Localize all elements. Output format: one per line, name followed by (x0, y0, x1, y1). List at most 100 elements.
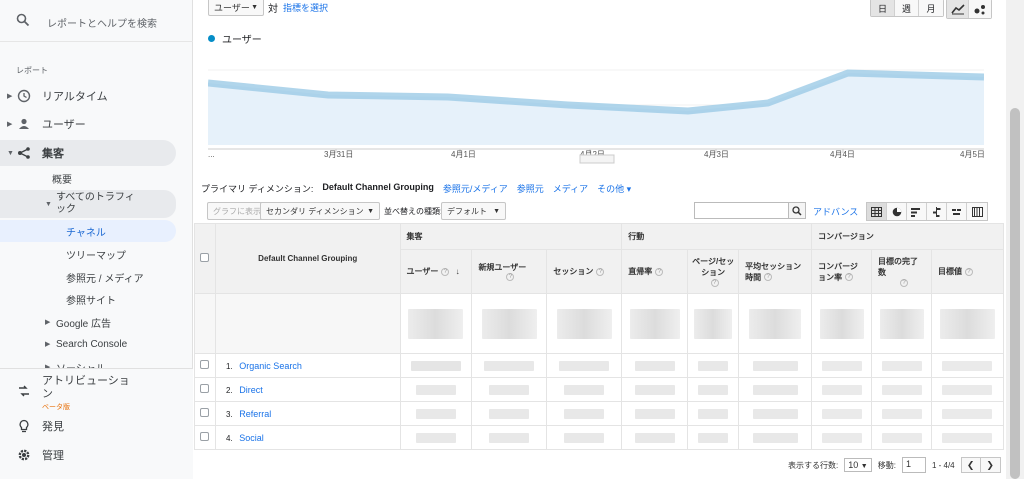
row-checkbox[interactable] (200, 408, 210, 417)
sidebar-item-overview[interactable]: 概要 (0, 167, 176, 189)
col-header-goal-value[interactable]: 目標値? (930, 249, 1005, 294)
redacted-cell (811, 401, 873, 426)
metric-select[interactable]: ユーザー ▼ (208, 0, 264, 16)
redacted-cell (811, 353, 873, 378)
redacted-cell (546, 353, 623, 378)
help-icon[interactable]: ? (506, 273, 515, 282)
sidebar-item-discover[interactable]: 発見 (0, 413, 176, 439)
sidebar-item-users[interactable]: ▶ ユーザー (0, 111, 176, 137)
help-icon[interactable]: ? (655, 267, 664, 276)
col-header-label: 平均セッション時間 (745, 261, 802, 282)
col-header-pages-per-session[interactable]: ページ/セッション? (687, 249, 740, 294)
sidebar-item-label: すべてのトラフィック (56, 192, 135, 215)
period-day-button[interactable]: 日 (871, 0, 895, 16)
comparison-view-icon[interactable] (927, 203, 947, 220)
table-view-icon[interactable] (867, 203, 887, 220)
row-link[interactable]: Social (239, 433, 264, 443)
dimension-link-medium[interactable]: メディア (553, 182, 588, 195)
sidebar-item-label: 発見 (42, 421, 64, 433)
sidebar-item-search-console[interactable]: ▶ Search Console (0, 333, 176, 355)
plot-rows-button[interactable]: グラフに表示 (207, 202, 267, 220)
sidebar-item-channels[interactable]: チャネル (0, 220, 176, 242)
chart-resize-handle[interactable] (579, 154, 615, 164)
sidebar-item-admin[interactable]: 管理 (0, 442, 176, 468)
current-dimension: Default Channel Grouping (322, 182, 434, 192)
sidebar-item-source-medium[interactable]: 参照元 / メディア (0, 266, 176, 288)
dimension-link-source-medium[interactable]: 参照元/メディア (443, 182, 508, 195)
help-icon[interactable]: ? (964, 267, 973, 276)
sidebar-item-google-ads[interactable]: ▶ Google 広告 (0, 311, 176, 333)
sort-type-select[interactable]: デフォルト ▼ (441, 202, 506, 220)
dimension-link-source[interactable]: 参照元 (517, 182, 544, 195)
help-icon[interactable]: ? (764, 273, 773, 282)
group-header-behavior: 行動 (621, 223, 813, 250)
search-icon[interactable] (788, 202, 806, 219)
caret-right-icon: ▶ (7, 93, 13, 100)
row-name-cell: 1. Organic Search (214, 353, 401, 378)
row-checkbox[interactable] (200, 360, 210, 369)
row-link[interactable]: Organic Search (239, 361, 302, 371)
legend-label: ユーザー (222, 35, 262, 46)
table-row: 3. Referral (194, 401, 1005, 426)
line-chart-icon[interactable] (947, 0, 969, 18)
redacted-cell (871, 425, 932, 450)
row-name-cell: 4. Social (214, 425, 401, 450)
row-checkbox[interactable] (200, 432, 210, 441)
row-checkbox-cell (194, 377, 216, 402)
scrollbar-thumb[interactable] (1010, 108, 1020, 479)
performance-view-icon[interactable] (907, 203, 927, 220)
pie-view-icon[interactable] (887, 203, 907, 220)
prev-page-icon[interactable]: ❮ (960, 457, 981, 473)
redacted-cell (399, 377, 473, 402)
col-header-goal-completions[interactable]: 目標の完了数? (871, 249, 932, 294)
next-page-icon[interactable]: ❯ (980, 457, 1001, 473)
chevron-down-icon: ▼ (367, 207, 374, 215)
row-checkbox[interactable] (200, 384, 210, 393)
help-icon[interactable]: ? (710, 278, 719, 287)
col-header-bounce-rate[interactable]: 直帰率? (621, 249, 689, 294)
redacted-cell (871, 353, 932, 378)
period-month-button[interactable]: 月 (919, 0, 943, 16)
pivot-view-icon[interactable] (967, 203, 987, 220)
sidebar-item-attribution[interactable]: アトリビューション ベータ版 (0, 373, 176, 411)
row-link[interactable]: Referral (239, 409, 271, 419)
sidebar-item-label: 参照元 / メディア (66, 273, 144, 285)
redacted-cell (621, 293, 689, 354)
help-icon[interactable]: ? (845, 273, 854, 282)
sidebar-item-referrals[interactable]: 参照サイト (0, 288, 176, 310)
vs-label: 対 (268, 4, 278, 15)
advanced-filter-link[interactable]: アドバンス (813, 205, 858, 218)
col-header-sessions[interactable]: セッション? (546, 249, 623, 294)
goto-page-input[interactable]: 1 (901, 457, 926, 473)
sidebar-item-acquisition[interactable]: ▼ 集客 (0, 140, 176, 166)
secondary-dimension-select[interactable]: セカンダリ ディメンション ▼ (260, 202, 380, 220)
chevron-down-icon: ▼ (251, 3, 258, 11)
help-icon[interactable]: ? (441, 267, 450, 276)
period-week-button[interactable]: 週 (895, 0, 919, 16)
sidebar-item-all-traffic[interactable]: ▼ すべてのトラフィック (0, 190, 176, 218)
rows-per-page-select[interactable]: 10 ▼ (844, 458, 872, 472)
col-header-new-users[interactable]: 新規ユーザー? (471, 249, 548, 294)
motion-chart-icon[interactable] (969, 0, 991, 18)
col-header-users[interactable]: ユーザー? ↓ (399, 249, 473, 294)
term-cloud-view-icon[interactable] (947, 203, 967, 220)
dimension-link-other[interactable]: その他 ▾ (597, 182, 631, 195)
help-icon[interactable]: ? (900, 278, 909, 287)
redacted-cell (471, 401, 548, 426)
col-header-conversion-rate[interactable]: コンバージョン率? (811, 249, 873, 294)
redacted-cell (738, 401, 813, 426)
dimension-column-header[interactable]: Default Channel Grouping (214, 223, 401, 294)
help-icon[interactable]: ? (596, 267, 605, 276)
sidebar-item-treemap[interactable]: ツリーマップ (0, 243, 176, 265)
select-all-checkbox[interactable] (200, 253, 210, 262)
col-header-label: 目標の完了数 (878, 257, 919, 277)
report-search[interactable]: レポートとヘルプを検索 (0, 0, 193, 42)
redacted-cell (546, 293, 623, 354)
redacted-cell (687, 425, 740, 450)
sidebar-item-realtime[interactable]: ▶ リアルタイム (0, 83, 176, 109)
row-link[interactable]: Direct (239, 385, 263, 395)
row-checkbox-cell (194, 353, 216, 378)
x-tick-label: 4月5日 (960, 150, 984, 159)
col-header-avg-session-duration[interactable]: 平均セッション時間? (738, 249, 813, 294)
select-metric-link[interactable]: 指標を選択 (283, 1, 328, 14)
